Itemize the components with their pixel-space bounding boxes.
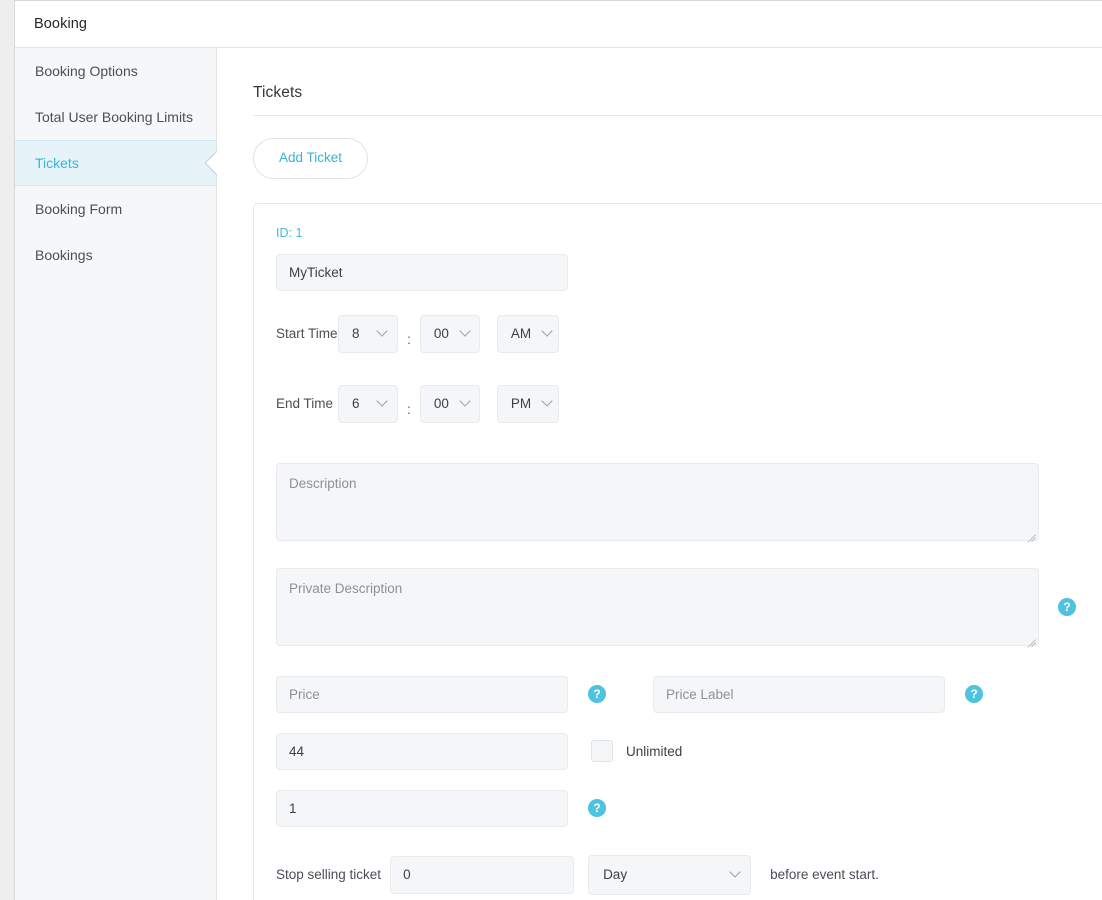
settings-sidebar: Booking Options Total User Booking Limit… bbox=[15, 48, 218, 900]
end-time-minute-value: 00 bbox=[433, 396, 449, 411]
quantity-row: Unlimited bbox=[276, 732, 1102, 770]
price-input[interactable] bbox=[276, 675, 568, 713]
start-time-hour-select[interactable]: 8 bbox=[338, 314, 398, 353]
start-time-label: Start Time bbox=[276, 326, 338, 341]
active-indicator-arrow-fill-icon bbox=[206, 151, 218, 175]
sidebar-item-booking-form[interactable]: Booking Form bbox=[15, 186, 216, 232]
stop-selling-unit-select[interactable]: Day bbox=[588, 854, 752, 895]
end-time-meridiem-value: PM bbox=[510, 396, 532, 411]
sidebar-item-booking-options[interactable]: Booking Options bbox=[15, 48, 216, 94]
sidebar-item-label: Bookings bbox=[35, 247, 93, 263]
chevron-down-icon bbox=[461, 397, 469, 406]
end-time-row: End Time 6 : 00 PM bbox=[276, 384, 1102, 423]
stop-selling-unit-value: Day bbox=[603, 867, 628, 882]
sidebar-item-label: Booking Options bbox=[35, 63, 138, 79]
minimum-help-icon[interactable]: ? bbox=[588, 799, 606, 817]
sidebar-item-total-user-booking-limits[interactable]: Total User Booking Limits bbox=[15, 94, 216, 140]
ticket-name-input[interactable] bbox=[276, 253, 568, 291]
description-field-wrap bbox=[276, 462, 1039, 541]
private-description-row: ? bbox=[276, 567, 1102, 646]
sidebar-item-label: Tickets bbox=[35, 155, 79, 171]
end-time-minute-select[interactable]: 00 bbox=[419, 384, 480, 423]
description-textarea[interactable] bbox=[276, 462, 1039, 541]
description-row bbox=[276, 462, 1102, 541]
end-time-meridiem-select[interactable]: PM bbox=[496, 384, 559, 423]
add-ticket-toolbar: Add Ticket bbox=[253, 116, 1102, 179]
stop-selling-value-input[interactable] bbox=[390, 855, 575, 894]
chevron-down-icon bbox=[731, 868, 740, 877]
sidebar-item-label: Booking Form bbox=[35, 201, 123, 217]
private-description-help-icon[interactable]: ? bbox=[1058, 597, 1076, 616]
unlimited-label: Unlimited bbox=[626, 743, 683, 759]
price-help-icon[interactable]: ? bbox=[588, 685, 606, 703]
stop-selling-suffix: before event start. bbox=[770, 867, 879, 882]
end-time-label: End Time bbox=[276, 396, 334, 411]
chevron-down-icon bbox=[378, 397, 387, 406]
chevron-down-icon bbox=[378, 327, 387, 336]
end-time-hour-select[interactable]: 6 bbox=[338, 384, 398, 423]
tickets-panel: Tickets Add Ticket ID: 1 Start Time 8 : bbox=[217, 48, 1102, 900]
start-time-meridiem-select[interactable]: AM bbox=[496, 314, 559, 353]
ticket-id-label: ID: 1 bbox=[276, 225, 303, 240]
chevron-down-icon bbox=[461, 327, 469, 336]
sidebar-item-label: Total User Booking Limits bbox=[35, 109, 193, 125]
booking-window: Booking Booking Options Total User Booki… bbox=[14, 0, 1102, 900]
minimum-input[interactable] bbox=[276, 789, 568, 827]
start-time-row: Start Time 8 : 00 AM bbox=[276, 314, 1102, 353]
start-time-meridiem-value: AM bbox=[510, 326, 532, 341]
end-time-hour-value: 6 bbox=[352, 396, 360, 411]
stop-selling-label: Stop selling ticket bbox=[276, 867, 382, 882]
minimum-row: ? bbox=[276, 789, 1102, 827]
sidebar-item-tickets[interactable]: Tickets bbox=[15, 140, 218, 186]
add-ticket-button[interactable]: Add Ticket bbox=[253, 138, 369, 179]
private-description-textarea[interactable] bbox=[276, 567, 1039, 646]
start-time-minute-select[interactable]: 00 bbox=[419, 314, 480, 353]
stop-selling-row: Stop selling ticket Day before event sta… bbox=[276, 854, 1102, 895]
start-time-hour-value: 8 bbox=[352, 326, 360, 341]
price-row: ? ? bbox=[276, 675, 1102, 713]
price-label-help-icon[interactable]: ? bbox=[965, 685, 983, 703]
page-title: Tickets bbox=[253, 84, 303, 101]
chevron-down-icon bbox=[543, 397, 548, 406]
unlimited-checkbox[interactable] bbox=[591, 740, 613, 762]
price-label-input[interactable] bbox=[653, 675, 945, 713]
window-body: Booking Options Total User Booking Limit… bbox=[15, 48, 1102, 900]
sidebar-item-bookings[interactable]: Bookings bbox=[15, 232, 216, 278]
start-time-minute-value: 00 bbox=[433, 326, 449, 341]
end-time-separator: : bbox=[407, 400, 411, 417]
start-time-separator: : bbox=[407, 330, 411, 347]
ticket-card: ID: 1 Start Time 8 : 00 AM bbox=[253, 202, 1102, 900]
chevron-down-icon bbox=[543, 327, 548, 336]
window-title: Booking bbox=[34, 16, 88, 32]
quantity-input[interactable] bbox=[276, 732, 568, 770]
window-title-bar: Booking bbox=[15, 1, 1102, 48]
private-description-field-wrap bbox=[276, 567, 1039, 646]
